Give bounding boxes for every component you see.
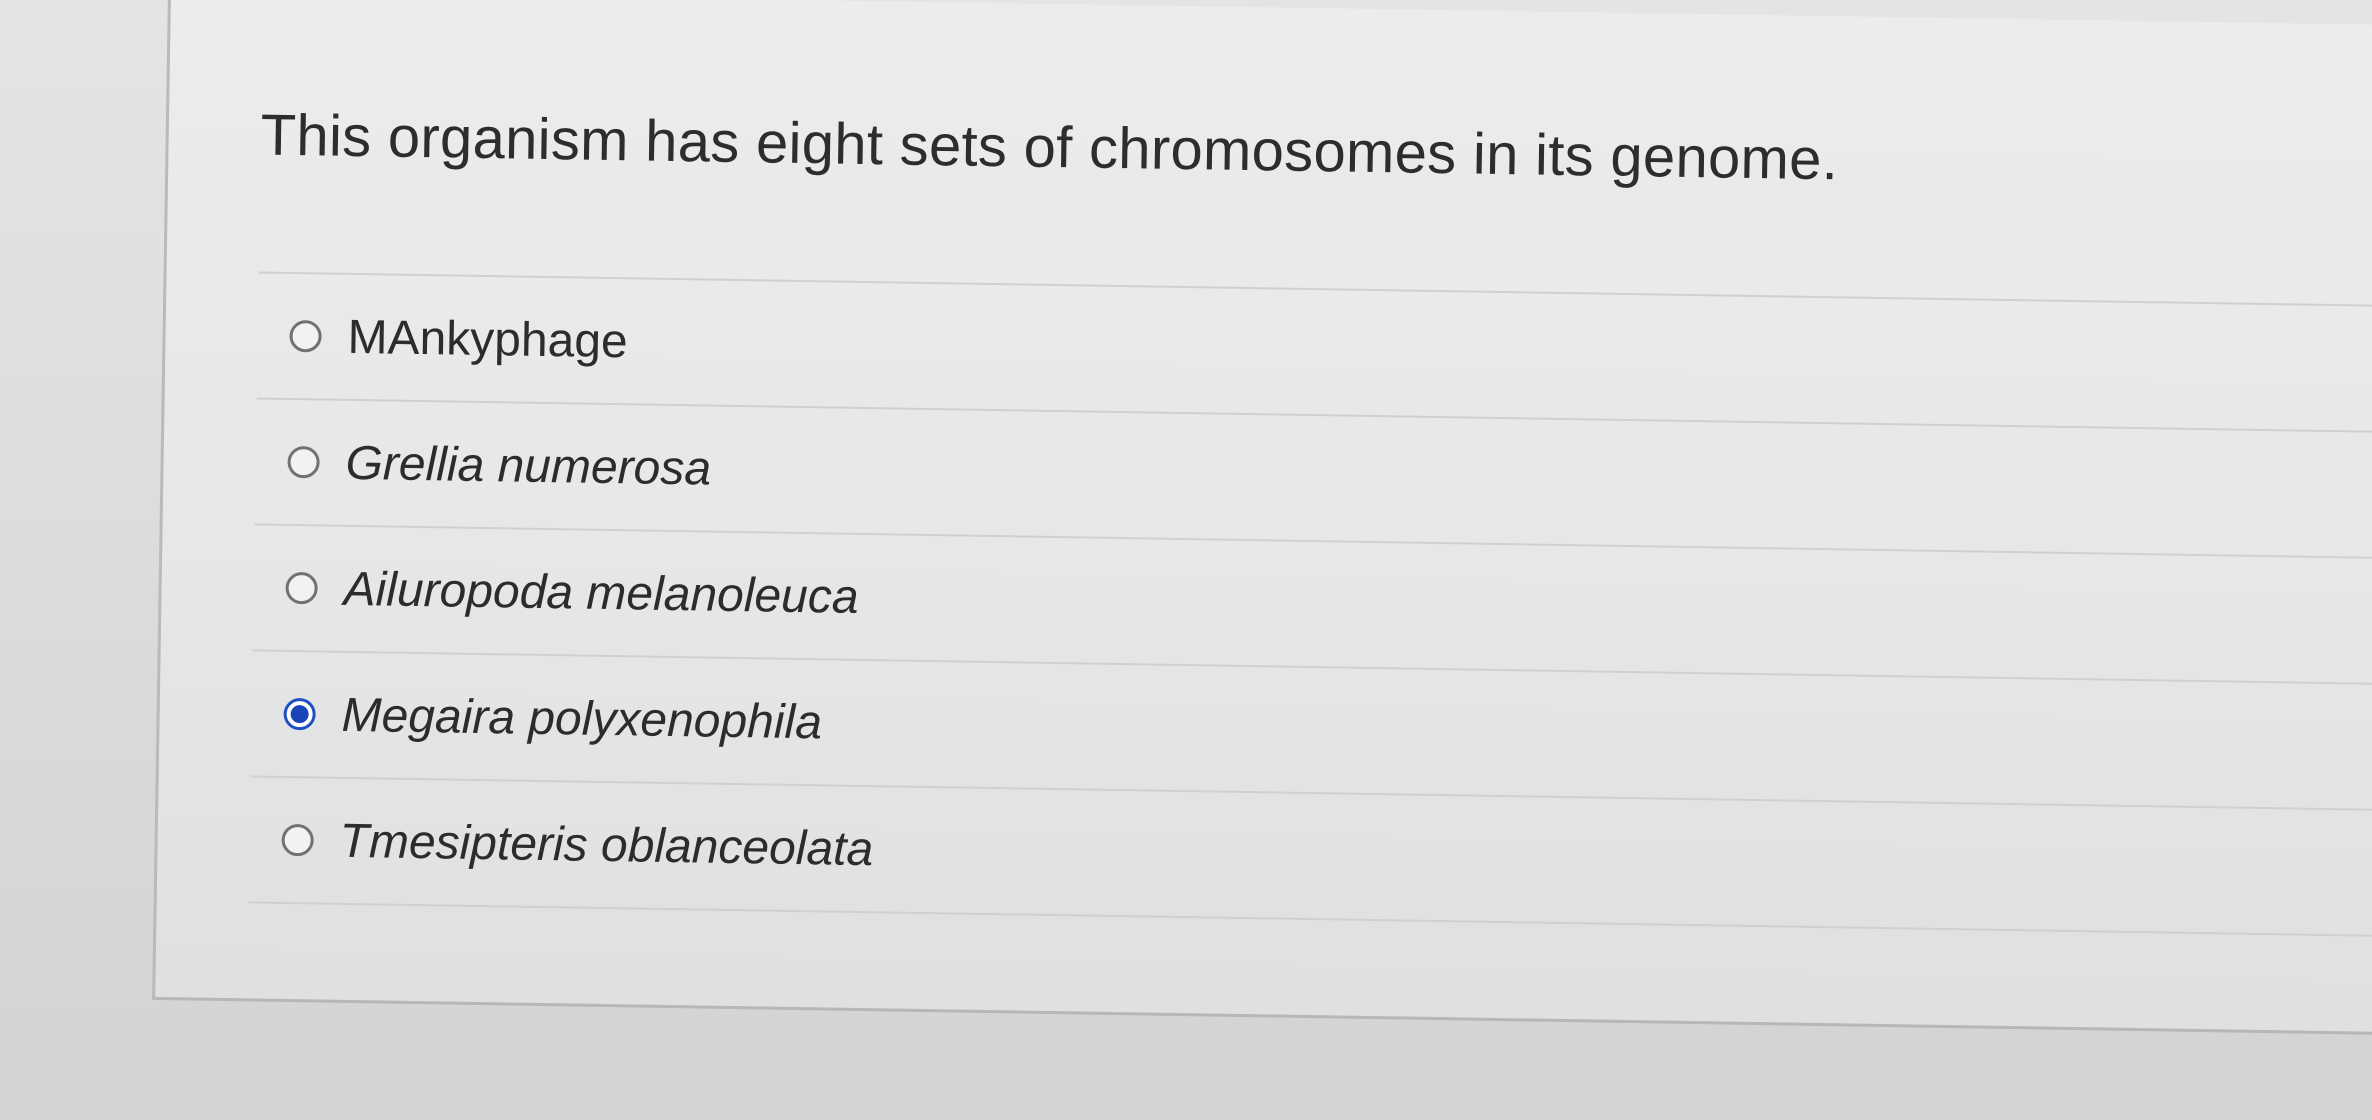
radio-button-icon[interactable] — [289, 319, 322, 353]
answer-list: MAnkyphage Grellia numerosa Ailuropoda m… — [248, 271, 2372, 938]
radio-button-icon[interactable] — [281, 823, 314, 857]
answer-label: Tmesipteris oblanceolata — [339, 814, 874, 876]
radio-button-icon[interactable] — [285, 571, 318, 605]
screen: This organism has eight sets of chromoso… — [0, 0, 2372, 1120]
answer-label: Grellia numerosa — [345, 436, 712, 496]
answer-label: Megaira polyxenophila — [341, 688, 823, 749]
radio-button-icon[interactable] — [287, 445, 320, 479]
radio-button-selected-icon[interactable] — [283, 697, 316, 731]
answer-label: MAnkyphage — [347, 310, 629, 368]
answer-label: Ailuropoda melanoleuca — [343, 562, 859, 624]
question-card: This organism has eight sets of chromoso… — [152, 0, 2372, 1037]
question-text: This organism has eight sets of chromoso… — [260, 102, 1839, 193]
